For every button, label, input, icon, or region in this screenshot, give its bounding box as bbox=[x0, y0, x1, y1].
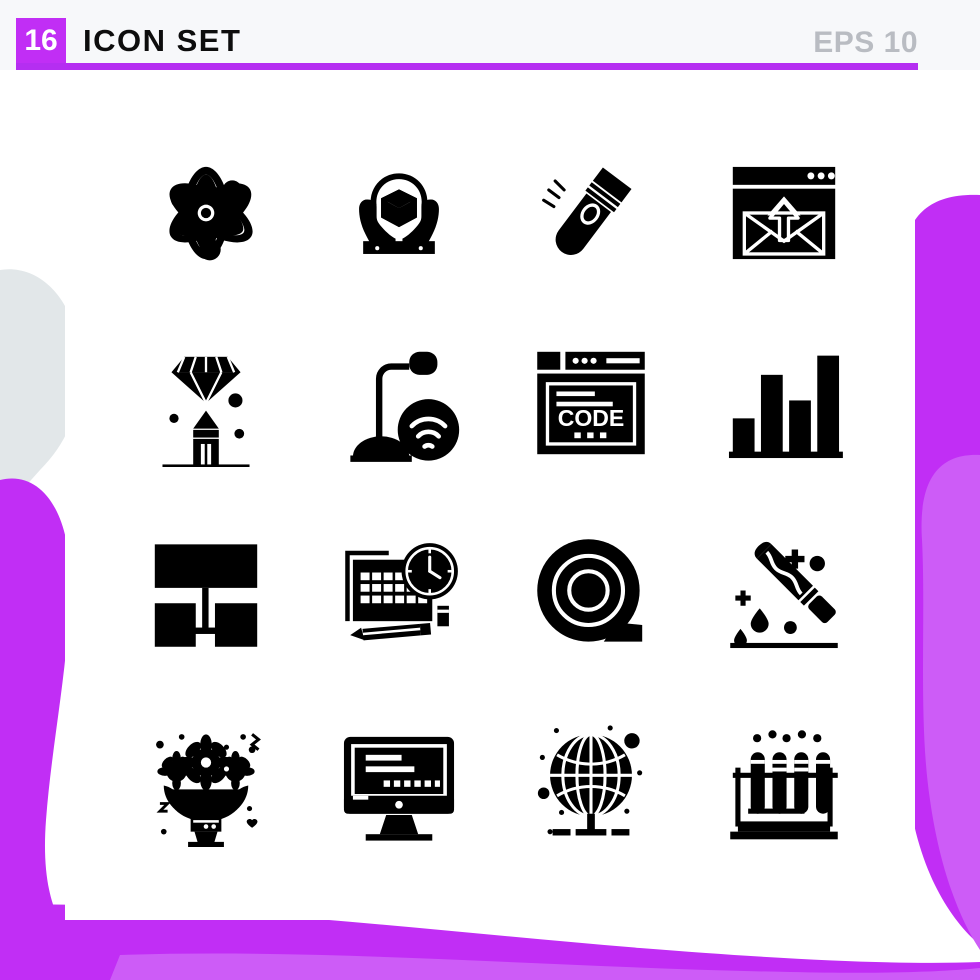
icon-cell-calendar-schedule[interactable] bbox=[303, 498, 496, 688]
icon-cell-bar-chart[interactable] bbox=[688, 308, 881, 498]
handle-with-care-icon bbox=[358, 173, 439, 254]
icon-cell-globe-stand[interactable] bbox=[495, 688, 688, 878]
icon-cell-atom[interactable] bbox=[110, 118, 303, 308]
icon-cell-diamond-pencil[interactable] bbox=[110, 308, 303, 498]
icon-cell-bloody-knife[interactable] bbox=[688, 498, 881, 688]
sitemap-icon bbox=[155, 544, 258, 647]
calendar-schedule-icon bbox=[344, 543, 458, 641]
icon-cell-send-mail-browser[interactable] bbox=[688, 118, 881, 308]
diamond-pencil-icon bbox=[162, 356, 250, 467]
icon-grid: CODE bbox=[110, 118, 880, 878]
bar-chart-icon bbox=[728, 355, 843, 459]
code-browser-icon: CODE bbox=[537, 351, 646, 455]
flashlight-icon bbox=[542, 167, 632, 255]
atom-icon bbox=[169, 166, 253, 261]
icon-cell-flower-vase[interactable] bbox=[110, 688, 303, 878]
page-title: ICON SET bbox=[83, 23, 242, 58]
icon-cell-sitemap[interactable] bbox=[110, 498, 303, 688]
flower-vase-icon bbox=[156, 733, 262, 847]
smart-lamp-wifi-icon bbox=[350, 351, 459, 462]
header-accent-rule bbox=[16, 63, 918, 70]
icon-cell-test-tubes[interactable] bbox=[688, 688, 881, 878]
send-mail-browser-icon bbox=[732, 166, 835, 260]
desktop-monitor-icon bbox=[343, 736, 454, 841]
code-browser-text: CODE bbox=[558, 405, 625, 431]
eps-version-label: EPS 10 bbox=[813, 26, 918, 59]
bloody-knife-icon bbox=[729, 541, 838, 649]
icon-count-badge: 16 bbox=[16, 18, 66, 63]
globe-stand-icon bbox=[538, 725, 643, 836]
icon-cell-desktop-monitor[interactable] bbox=[303, 688, 496, 878]
icon-cell-handle-with-care[interactable] bbox=[303, 118, 496, 308]
icon-cell-flashlight[interactable] bbox=[495, 118, 688, 308]
tape-roll-icon bbox=[537, 539, 643, 642]
icon-cell-smart-lamp[interactable] bbox=[303, 308, 496, 498]
test-tube-rack-icon bbox=[729, 730, 838, 840]
icon-cell-tape-roll[interactable] bbox=[495, 498, 688, 688]
icon-cell-code-browser[interactable]: CODE bbox=[495, 308, 688, 498]
